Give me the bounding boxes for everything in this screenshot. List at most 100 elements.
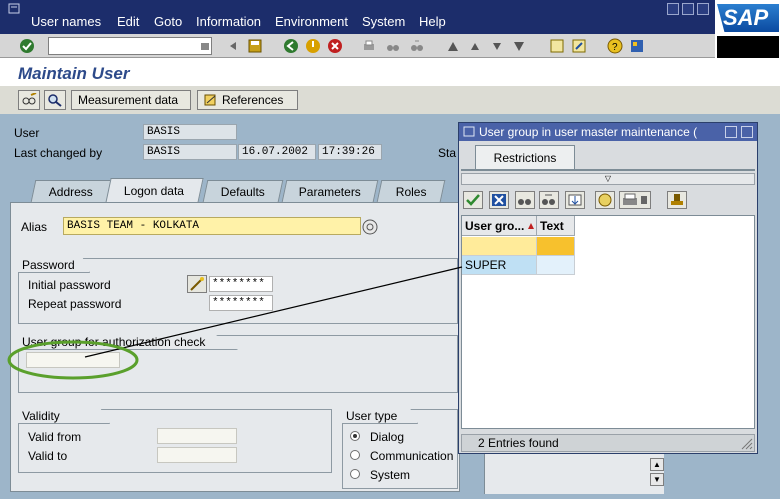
shortcut-icon[interactable] [570,37,588,55]
left-arrow-icon[interactable] [224,37,242,55]
last-changed-date: 16.07.2002 [238,144,316,160]
entries-found-status: 2 Entries found [461,434,755,452]
references-button[interactable]: References [197,90,298,110]
column-user-group[interactable]: User gro... [462,216,537,236]
maximize-button[interactable] [682,3,694,15]
popup-title: User group in user master maintenance ( [459,123,757,141]
back-icon[interactable] [282,37,300,55]
tab-restrictions[interactable]: Restrictions [475,145,575,169]
svg-text:?: ? [612,42,618,53]
initial-password-field[interactable]: ******** [209,276,273,292]
layout-menu-icon[interactable] [628,37,646,55]
command-field[interactable] [48,37,212,55]
print-icon[interactable] [360,37,378,55]
exit-icon[interactable] [304,37,322,55]
popup-system-icon[interactable] [463,126,475,138]
popup-find-icon[interactable] [515,191,535,209]
next-page-icon[interactable] [488,37,506,55]
table-row-1-text[interactable] [537,237,575,256]
find-next-icon[interactable] [408,37,426,55]
menu-bar: User names Edit Goto Information Environ… [0,0,715,34]
last-changed-time: 17:39:26 [318,144,382,160]
create-session-icon[interactable] [548,37,566,55]
references-icon [204,94,216,106]
valid-from-label: Valid from [28,430,82,444]
menu-system[interactable]: System [362,14,405,29]
user-group-title: User group for authorization check [18,335,238,350]
user-value: BASIS [143,124,237,140]
scroll-up-icon[interactable]: ▲ [650,458,664,471]
table-row-1-group[interactable] [462,237,537,256]
menu-environment[interactable]: Environment [275,14,348,29]
radio-system-label: System [370,468,411,482]
popup-stamp-icon[interactable] [667,191,687,209]
popup-sort-icon[interactable] [565,191,585,209]
previous-page-icon[interactable] [466,37,484,55]
repeat-password-field[interactable]: ******** [209,295,273,311]
sap-logo: SAP [715,0,780,60]
table-row-2-text[interactable] [537,256,575,275]
password-group-title: Password [18,258,90,273]
page-title: Maintain User [18,64,130,83]
close-window-button[interactable] [697,3,709,15]
valid-from-field[interactable] [157,428,237,444]
status-label: Sta [438,146,457,160]
expand-restrictions-icon[interactable]: ▽ [461,173,755,185]
menu-help[interactable]: Help [419,14,446,29]
first-page-icon[interactable] [444,37,462,55]
popup-print-icon[interactable] [619,191,651,209]
display-change-button[interactable] [18,90,40,110]
radio-system[interactable] [350,469,360,479]
title-bar: Maintain User [0,58,780,86]
last-page-icon[interactable] [510,37,528,55]
right-panel-area [484,454,664,494]
system-menu-icon[interactable] [8,3,20,15]
valid-to-field[interactable] [157,447,237,463]
last-changed-label: Last changed by [14,146,103,160]
table-row-2-group[interactable]: SUPER [462,256,537,275]
tab-parameters[interactable]: Parameters [281,180,379,202]
menu-information[interactable]: Information [196,14,261,29]
tab-address[interactable]: Address [30,180,112,202]
radio-communication[interactable] [350,450,360,460]
user-group-field[interactable] [26,352,120,368]
popup-close-button[interactable] [741,126,753,138]
tab-logon-data[interactable]: Logon data [105,178,204,203]
column-text[interactable]: Text [537,216,575,236]
password-wizard-icon[interactable] [187,275,207,293]
menu-edit[interactable]: Edit [117,14,139,29]
radio-dialog-label: Dialog [370,430,405,444]
resize-grip-icon[interactable] [739,436,753,450]
user-group-popup: User group in user master maintenance ( … [458,122,758,454]
menu-goto[interactable]: Goto [154,14,182,29]
other-user-button[interactable] [44,90,66,110]
minimize-button[interactable] [667,3,679,15]
radio-dialog[interactable] [350,431,360,441]
popup-info-icon[interactable] [595,191,615,209]
alias-label: Alias [21,220,48,234]
tab-defaults[interactable]: Defaults [202,180,284,202]
menu-user-names[interactable]: User names [31,14,101,29]
glasses-pencil-icon [22,93,37,105]
alias-field[interactable]: BASIS TEAM - KOLKATA [63,217,361,235]
scroll-down-icon[interactable]: ▼ [650,473,664,486]
popup-continue-icon[interactable] [463,191,483,209]
validity-group-title: Validity period [18,409,110,424]
measurement-data-button[interactable]: Measurement data [71,90,191,110]
user-label: User [14,126,40,140]
find-icon[interactable] [384,37,402,55]
enter-check-icon[interactable] [18,37,36,55]
help-icon[interactable]: ? [606,37,624,55]
initial-password-label: Initial password [28,278,111,292]
popup-find-next-icon[interactable] [539,191,559,209]
sort-indicator-icon [528,218,534,229]
tab-roles[interactable]: Roles [376,180,446,202]
cancel-icon[interactable] [326,37,344,55]
popup-cancel-icon[interactable] [489,191,509,209]
application-toolbar: Measurement data References [0,86,780,114]
references-label: References [222,93,284,107]
popup-maximize-button[interactable] [725,126,737,138]
alias-edit-icon[interactable] [362,219,378,235]
command-history-icon[interactable] [196,37,214,55]
save-icon[interactable] [246,37,264,55]
